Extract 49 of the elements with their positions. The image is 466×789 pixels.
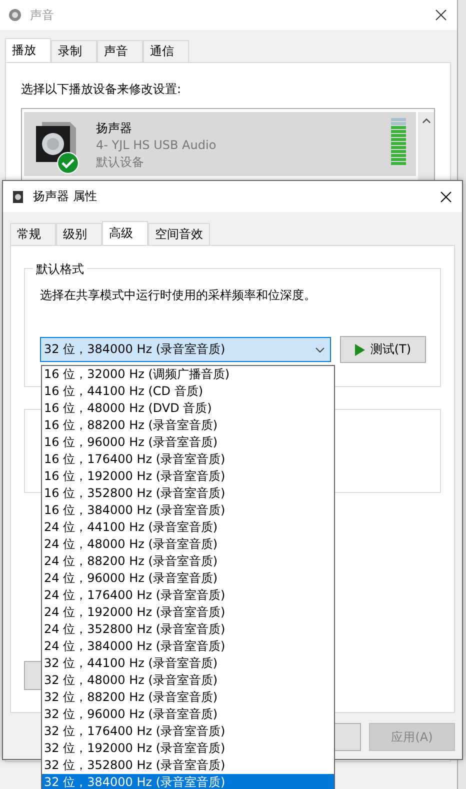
dropdown-option[interactable]: 16 位，32000 Hz (调频广播音质) xyxy=(42,366,334,383)
dropdown-option[interactable]: 16 位，88200 Hz (录音室音质) xyxy=(42,417,334,434)
tab[interactable]: 空间音效 xyxy=(148,223,210,245)
dropdown-option[interactable]: 32 位，384000 Hz (录音室音质) xyxy=(42,774,334,789)
tab[interactable]: 常规 xyxy=(10,223,56,245)
close-icon[interactable] xyxy=(435,9,447,21)
caret-icon xyxy=(315,346,326,352)
dropdown-option[interactable]: 24 位，96000 Hz (录音室音质) xyxy=(42,570,334,587)
tab[interactable]: 播放 xyxy=(5,38,51,62)
dropdown-option[interactable]: 24 位，44100 Hz (录音室音质) xyxy=(42,519,334,536)
dropdown-option[interactable]: 24 位，384000 Hz (录音室音质) xyxy=(42,638,334,655)
device-item[interactable]: 扬声器 4- YJL HS USB Audio 默认设备 xyxy=(24,112,416,176)
dropdown-option[interactable]: 16 位，48000 Hz (DVD 音质) xyxy=(42,400,334,417)
group-label: 默认格式 xyxy=(33,261,87,278)
dropdown-option[interactable]: 16 位，352800 Hz (录音室音质) xyxy=(42,485,334,502)
dropdown-option[interactable]: 24 位，176400 Hz (录音室音质) xyxy=(42,587,334,604)
tab[interactable]: 通信 xyxy=(143,40,189,62)
device-name: 扬声器 xyxy=(96,120,133,137)
device-status: 默认设备 xyxy=(96,154,145,171)
dropdown-option[interactable]: 16 位，96000 Hz (录音室音质) xyxy=(42,434,334,451)
dropdown-option[interactable]: 16 位，192000 Hz (录音室音质) xyxy=(42,468,334,485)
dropdown-option[interactable]: 16 位，44100 Hz (CD 音质) xyxy=(42,383,334,400)
device-description: 4- YJL HS USB Audio xyxy=(96,137,218,154)
test-button[interactable]: 测试(T) xyxy=(340,336,426,363)
window-title: 扬声器 属性 xyxy=(33,188,98,205)
window-title: 声音 xyxy=(30,6,55,24)
dropdown-option[interactable]: 16 位，384000 Hz (录音室音质) xyxy=(42,502,334,519)
dropdown-option[interactable]: 24 位，88200 Hz (录音室音质) xyxy=(42,553,334,570)
tab[interactable]: 录制 xyxy=(51,40,97,62)
dropdown-option[interactable]: 32 位，352800 Hz (录音室音质) xyxy=(42,757,334,774)
tab[interactable]: 高级 xyxy=(102,221,148,245)
instruction-text: 选择以下播放设备来修改设置: xyxy=(21,81,182,98)
dropdown-option[interactable]: 24 位，192000 Hz (录音室音质) xyxy=(42,604,334,621)
dropdown-option[interactable]: 32 位，176400 Hz (录音室音质) xyxy=(42,723,334,740)
dropdown-option[interactable]: 24 位，48000 Hz (录音室音质) xyxy=(42,536,334,553)
play-icon xyxy=(355,344,366,356)
description-text: 选择在共享模式中运行时使用的采样频率和位深度。 xyxy=(40,287,317,304)
dropdown-option[interactable]: 32 位，88200 Hz (录音室音质) xyxy=(42,689,334,706)
scroll-up-icon[interactable] xyxy=(422,118,430,124)
dropdown-option[interactable]: 32 位，192000 Hz (录音室音质) xyxy=(42,740,334,757)
close-icon[interactable] xyxy=(440,190,452,202)
dropdown-option[interactable]: 16 位，176400 Hz (录音室音质) xyxy=(42,451,334,468)
format-dropdown[interactable]: 32 位，384000 Hz (录音室音质) xyxy=(40,337,332,362)
dropdown-option[interactable]: 32 位，48000 Hz (录音室音质) xyxy=(42,672,334,689)
tab[interactable]: 声音 xyxy=(97,40,143,62)
dropdown-option[interactable]: 24 位，352800 Hz (录音室音质) xyxy=(42,621,334,638)
tab[interactable]: 级别 xyxy=(56,223,102,245)
dropdown-option[interactable]: 32 位，44100 Hz (录音室音质) xyxy=(42,655,334,672)
dropdown-option[interactable]: 32 位，96000 Hz (录音室音质) xyxy=(42,706,334,723)
